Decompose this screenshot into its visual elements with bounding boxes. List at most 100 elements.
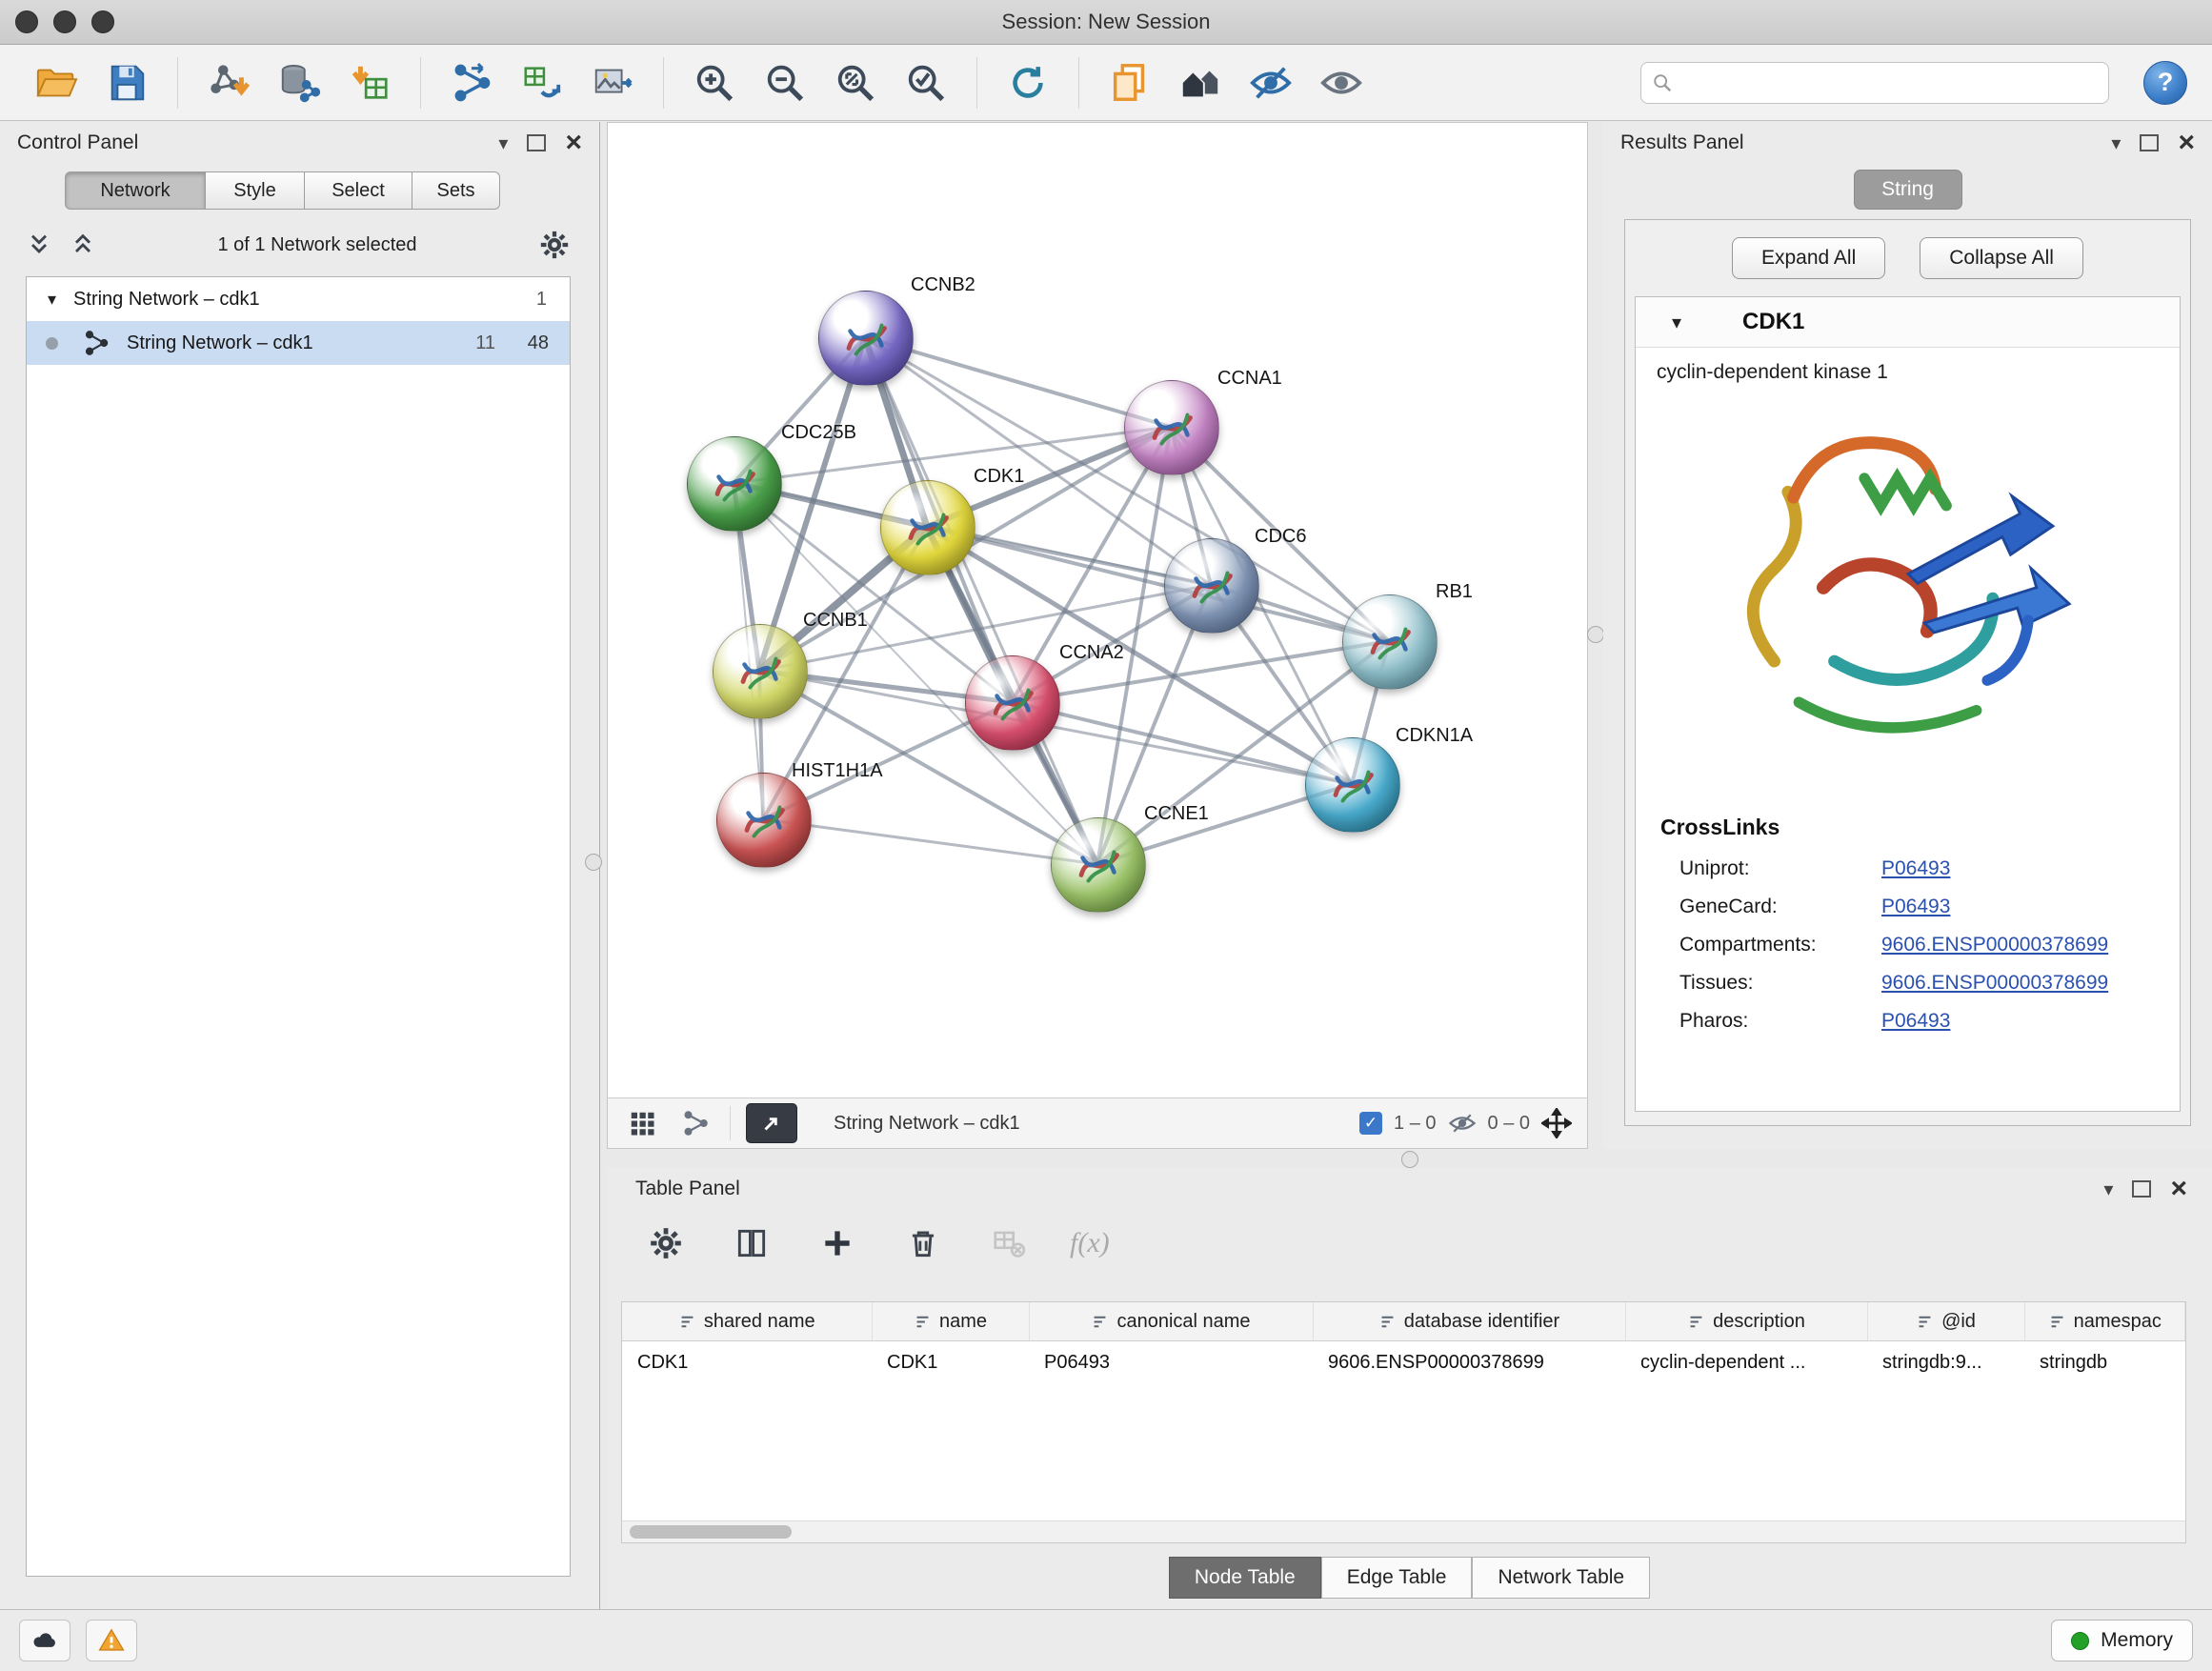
network-node-CDK1[interactable]: [880, 480, 975, 575]
export-image-button[interactable]: [581, 53, 644, 112]
tab-network[interactable]: Network: [65, 171, 206, 210]
column-header-id[interactable]: @id: [1867, 1302, 2024, 1341]
network-edge-CDK1-RB1[interactable]: [927, 527, 1389, 641]
network-options-button[interactable]: [538, 229, 571, 261]
column-header-description[interactable]: description: [1625, 1302, 1867, 1341]
home-button[interactable]: [1169, 53, 1232, 112]
network-edge-CCNB2-CCNE1[interactable]: [865, 337, 1097, 864]
copy-button[interactable]: [1098, 53, 1161, 112]
import-network-database-button[interactable]: [268, 53, 331, 112]
column-header-namespace[interactable]: namespac: [2024, 1302, 2185, 1341]
new-network-button[interactable]: [440, 53, 503, 112]
cell-description[interactable]: cyclin-dependent ...: [1625, 1341, 1867, 1384]
tab-edge-table[interactable]: Edge Table: [1321, 1557, 1473, 1599]
network-node-CCNA2[interactable]: [965, 655, 1060, 751]
network-node-CCNB1[interactable]: [713, 624, 808, 719]
tab-node-table[interactable]: Node Table: [1169, 1557, 1321, 1599]
cell-id[interactable]: stringdb:9...: [1867, 1341, 2024, 1384]
horizontal-scrollbar[interactable]: [622, 1520, 2185, 1542]
search-input[interactable]: [1640, 62, 2109, 104]
protein-entry-header[interactable]: ▾ CDK1: [1636, 297, 2180, 348]
network-node-CDC25B[interactable]: [687, 436, 782, 532]
panel-close-icon[interactable]: ×: [565, 133, 582, 152]
tab-sets[interactable]: Sets: [412, 171, 500, 210]
birdseye-button[interactable]: [746, 1103, 797, 1143]
cloud-button[interactable]: [19, 1620, 70, 1661]
crosshair-icon[interactable]: [1541, 1108, 1572, 1138]
expand-all-icon[interactable]: [26, 232, 52, 258]
tab-style[interactable]: Style: [206, 171, 305, 210]
column-header-shared-name[interactable]: shared name: [622, 1302, 872, 1341]
cell-database-identifier[interactable]: 9606.ENSP00000378699: [1313, 1341, 1625, 1384]
grid-view-button[interactable]: [623, 1104, 661, 1142]
tab-network-table[interactable]: Network Table: [1472, 1557, 1650, 1599]
cell-canonical-name[interactable]: P06493: [1029, 1341, 1313, 1384]
network-node-CDC6[interactable]: [1164, 538, 1259, 634]
panel-close-icon[interactable]: ×: [2178, 133, 2195, 152]
network-row-selected[interactable]: String Network – cdk1 11 48: [27, 321, 570, 365]
panel-float-icon[interactable]: [2132, 1180, 2151, 1198]
collapse-all-icon[interactable]: [70, 232, 96, 258]
column-header-database-identifier[interactable]: database identifier: [1313, 1302, 1625, 1341]
network-collection-row[interactable]: ▾ String Network – cdk1 1: [27, 277, 570, 321]
panel-menu-icon[interactable]: ▾: [2111, 131, 2121, 155]
selected-nodes-checkbox[interactable]: ✓: [1359, 1112, 1382, 1135]
add-column-button[interactable]: [813, 1218, 862, 1268]
zoom-in-button[interactable]: [683, 53, 746, 112]
splitter-handle-left[interactable]: [585, 854, 602, 871]
open-session-button[interactable]: [25, 53, 88, 112]
save-session-button[interactable]: [95, 53, 158, 112]
import-network-file-icon: [207, 61, 251, 105]
help-button[interactable]: ?: [2143, 61, 2187, 105]
hide-selected-button[interactable]: [1239, 53, 1302, 112]
crosslink-link-uniprot[interactable]: P06493: [1881, 857, 1950, 880]
table-panel-header: Table Panel ▾ ×: [607, 1168, 2212, 1210]
zoom-out-button[interactable]: [754, 53, 816, 112]
crosslink-link-compartments[interactable]: 9606.ENSP00000378699: [1881, 934, 2108, 956]
panel-menu-icon[interactable]: ▾: [2103, 1178, 2113, 1201]
refresh-view-button[interactable]: [996, 53, 1059, 112]
network-edge-CCNE1-HIST1H1A[interactable]: [763, 819, 1097, 864]
show-columns-button[interactable]: [727, 1218, 776, 1268]
cell-name[interactable]: CDK1: [872, 1341, 1029, 1384]
warning-button[interactable]: [86, 1620, 137, 1661]
table-settings-button[interactable]: [641, 1218, 691, 1268]
scrollbar-thumb[interactable]: [630, 1525, 792, 1539]
zoom-fit-button[interactable]: [824, 53, 887, 112]
network-node-CCNB2[interactable]: [818, 291, 914, 386]
panel-close-icon[interactable]: ×: [2170, 1179, 2187, 1198]
crosslink-link-genecard[interactable]: P06493: [1881, 896, 1950, 918]
show-all-button[interactable]: [1310, 53, 1373, 112]
column-header-name[interactable]: name: [872, 1302, 1029, 1341]
splitter-handle-horizontal[interactable]: [1401, 1151, 1418, 1168]
crosslink-link-pharos[interactable]: P06493: [1881, 1010, 1950, 1033]
entry-collapse-icon[interactable]: ▾: [1672, 311, 1681, 334]
zoom-selected-button[interactable]: [895, 53, 957, 112]
splitter-handle-right[interactable]: [1587, 626, 1604, 643]
network-node-CCNE1[interactable]: [1051, 817, 1146, 913]
column-header-canonical-name[interactable]: canonical name: [1029, 1302, 1313, 1341]
table-row[interactable]: CDK1 CDK1 P06493 9606.ENSP00000378699 cy…: [622, 1341, 2185, 1384]
panel-menu-icon[interactable]: ▾: [498, 131, 508, 155]
network-overview-button[interactable]: [676, 1104, 714, 1142]
import-network-file-button[interactable]: [197, 53, 260, 112]
panel-float-icon[interactable]: [527, 134, 546, 151]
network-node-HIST1H1A[interactable]: [716, 773, 812, 868]
crosslink-link-tissues[interactable]: 9606.ENSP00000378699: [1881, 972, 2108, 995]
tree-caret-icon[interactable]: ▾: [48, 290, 56, 310]
network-node-CCNA1[interactable]: [1124, 380, 1219, 475]
network-canvas[interactable]: CCNB2CCNA1CDC25BCDK1CDC6RB1CCNB1CCNA2CDK…: [608, 123, 1587, 1098]
network-node-RB1[interactable]: [1342, 594, 1438, 690]
collapse-all-button[interactable]: Collapse All: [1920, 237, 2083, 279]
panel-float-icon[interactable]: [2140, 134, 2159, 151]
delete-column-button[interactable]: [898, 1218, 948, 1268]
cell-shared-name[interactable]: CDK1: [622, 1341, 872, 1384]
results-tab-string[interactable]: String: [1854, 170, 1962, 210]
network-node-CDKN1A[interactable]: [1305, 737, 1400, 833]
import-table-button[interactable]: [338, 53, 401, 112]
expand-all-button[interactable]: Expand All: [1732, 237, 1885, 279]
memory-button[interactable]: Memory: [2051, 1620, 2193, 1661]
tab-select[interactable]: Select: [305, 171, 412, 210]
cell-namespace[interactable]: stringdb: [2024, 1341, 2185, 1384]
new-network-from-table-button[interactable]: [511, 53, 573, 112]
